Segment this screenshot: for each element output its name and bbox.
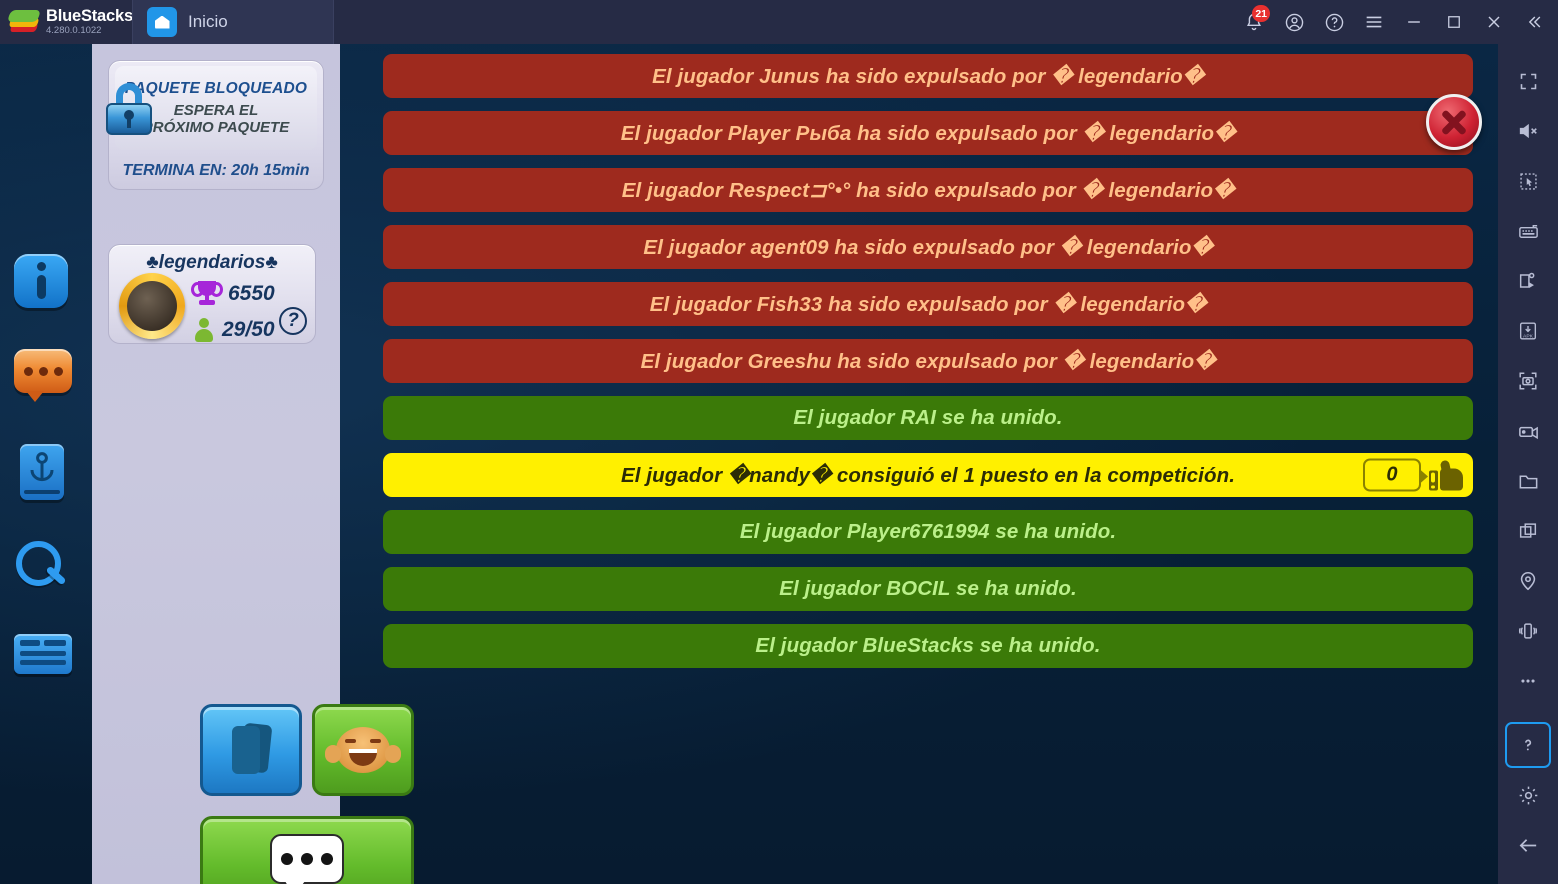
- chat-message-text: El jugador Player6761994 se ha unido.: [739, 520, 1117, 543]
- game-left-rail: [14, 254, 80, 729]
- chat-feed: El jugador Junus ha sido expulsado por �…: [383, 54, 1473, 681]
- chat-message-text: El jugador Fish33 ha sido expulsado por …: [649, 292, 1207, 316]
- left-side-panel: PAQUETE BLOQUEADO ESPERA EL PRÓXIMO PAQU…: [92, 44, 414, 884]
- pack-timer: TERMINA EN: 20h 15min: [122, 162, 310, 179]
- close-chat-button[interactable]: [1426, 94, 1482, 150]
- vote-controls: 0: [1363, 458, 1463, 492]
- clan-members-row: 29/50: [195, 317, 275, 343]
- mute-button[interactable]: [1505, 108, 1551, 154]
- chat-message-text: El jugador agent09 ha sido expulsado por…: [643, 235, 1213, 259]
- media-manager-button[interactable]: [1505, 458, 1551, 504]
- person-icon: [195, 317, 213, 343]
- chat-message-join[interactable]: El jugador RAI se ha unido.: [383, 396, 1473, 440]
- install-apk-button[interactable]: APK: [1505, 308, 1551, 354]
- clan-trophies-row: 6550: [191, 281, 275, 307]
- chat-rail-button[interactable]: [14, 349, 76, 411]
- window-controls: 21: [1234, 0, 1558, 44]
- settings-button[interactable]: [1505, 772, 1551, 818]
- chat-message-text: El jugador Junus ha sido expulsado por �…: [652, 64, 1204, 88]
- cards-icon: [232, 722, 273, 774]
- laughing-emoji-icon: [325, 727, 401, 773]
- anchor-book-icon: [20, 444, 64, 500]
- chat-message-text: El jugador �nandy� consiguió el 1 puesto…: [620, 463, 1236, 487]
- tab-inicio[interactable]: Inicio: [132, 0, 334, 44]
- speech-bubble-icon: [270, 834, 344, 884]
- chat-message-join[interactable]: El jugador BlueStacks se ha unido.: [383, 624, 1473, 668]
- pack-subtitle-line2: PRÓXIMO PAQUETE: [142, 119, 290, 136]
- brand-version: 4.280.0.1022: [46, 25, 102, 37]
- chat-message-text: El jugador Respect⊐°•° ha sido expulsado…: [621, 178, 1235, 202]
- vote-count: 0: [1363, 458, 1428, 492]
- magnifier-icon: [14, 539, 70, 595]
- multi-instance-button[interactable]: [1505, 508, 1551, 554]
- home-icon: [147, 7, 177, 37]
- controls-button[interactable]: [1505, 158, 1551, 204]
- bluestacks-window: BlueStacks 4.280.0.1022 Inicio Fishing C…: [0, 0, 1558, 884]
- tab-inicio-label: Inicio: [188, 12, 228, 31]
- emoji-button[interactable]: [312, 704, 414, 796]
- account-button[interactable]: [1274, 0, 1314, 44]
- fishing-log-button[interactable]: [14, 444, 76, 506]
- bluestacks-logo-icon: [7, 9, 41, 35]
- bluestacks-toolbar: APK: [1498, 44, 1558, 884]
- news-button[interactable]: [14, 634, 76, 696]
- chat-message-join[interactable]: El jugador Player6761994 se ha unido.: [383, 510, 1473, 554]
- clan-members-value: 29/50: [222, 318, 275, 341]
- chat-message-kick[interactable]: El jugador Player Рыба ha sido expulsado…: [383, 111, 1473, 155]
- locked-pack-card[interactable]: PAQUETE BLOQUEADO ESPERA EL PRÓXIMO PAQU…: [106, 60, 324, 190]
- brand-name: BlueStacks: [46, 6, 133, 25]
- maximize-button[interactable]: [1434, 0, 1474, 44]
- fullscreen-button[interactable]: [1505, 58, 1551, 104]
- chat-message-text: El jugador RAI se ha unido.: [793, 406, 1063, 429]
- chat-bubble-icon: [14, 349, 72, 402]
- chat-message-kick[interactable]: El jugador Junus ha sido expulsado por �…: [383, 54, 1473, 98]
- notifications-button[interactable]: 21: [1234, 0, 1274, 44]
- menu-button[interactable]: [1354, 0, 1394, 44]
- more-button[interactable]: [1505, 658, 1551, 704]
- clan-avatar: [119, 273, 185, 339]
- help-button[interactable]: [1314, 0, 1354, 44]
- search-button[interactable]: [14, 539, 76, 601]
- chat-message-text: El jugador BOCIL se ha unido.: [779, 577, 1077, 600]
- title-bar: BlueStacks 4.280.0.1022 Inicio Fishing C…: [0, 0, 1558, 884]
- minimize-button[interactable]: [1394, 0, 1434, 44]
- keymapping-button[interactable]: [1505, 208, 1551, 254]
- location-button[interactable]: [1505, 558, 1551, 604]
- screenshot-button[interactable]: [1505, 358, 1551, 404]
- bluestacks-brand: BlueStacks 4.280.0.1022: [0, 0, 133, 44]
- chat-message-text: El jugador BlueStacks se ha unido.: [755, 634, 1101, 657]
- macro-button[interactable]: [1505, 258, 1551, 304]
- info-icon: [14, 254, 68, 308]
- news-card-icon: [14, 634, 72, 674]
- chat-message-text: El jugador Player Рыба ha sido expulsado…: [620, 121, 1236, 145]
- thumbs-up-icon[interactable]: [1429, 459, 1463, 490]
- game-viewport: PAQUETE BLOQUEADO ESPERA EL PRÓXIMO PAQU…: [0, 44, 1498, 884]
- clan-trophies-value: 6550: [228, 282, 275, 305]
- clan-name: ♣legendarios♣: [146, 252, 278, 273]
- back-button[interactable]: [1505, 822, 1551, 868]
- chat-message-kick[interactable]: El jugador Fish33 ha sido expulsado por …: [383, 282, 1473, 326]
- svg-text:APK: APK: [1523, 333, 1534, 339]
- chat-message-competition[interactable]: El jugador �nandy� consiguió el 1 puesto…: [383, 453, 1473, 497]
- notification-badge: 21: [1252, 5, 1270, 22]
- lock-icon: [103, 83, 155, 135]
- clan-help-button[interactable]: ?: [279, 307, 307, 335]
- chat-message-text: El jugador Greeshu ha sido expulsado por…: [640, 349, 1216, 373]
- chat-message-kick[interactable]: El jugador Greeshu ha sido expulsado por…: [383, 339, 1473, 383]
- chat-open-button[interactable]: [200, 816, 414, 884]
- help-toolbar-button[interactable]: [1505, 722, 1551, 768]
- chat-message-kick[interactable]: El jugador Respect⊐°•° ha sido expulsado…: [383, 168, 1473, 212]
- shake-button[interactable]: [1505, 608, 1551, 654]
- pack-subtitle-line1: ESPERA EL: [173, 101, 259, 119]
- chat-message-kick[interactable]: El jugador agent09 ha sido expulsado por…: [383, 225, 1473, 269]
- trophy-icon: [191, 281, 223, 307]
- close-button[interactable]: [1474, 0, 1514, 44]
- record-button[interactable]: [1505, 408, 1551, 454]
- collapse-sidebar-button[interactable]: [1514, 0, 1554, 44]
- pack-subtitle: ESPERA EL PRÓXIMO PAQUETE: [143, 102, 289, 137]
- cards-button[interactable]: [200, 704, 302, 796]
- info-button[interactable]: [14, 254, 76, 316]
- chat-message-join[interactable]: El jugador BOCIL se ha unido.: [383, 567, 1473, 611]
- clan-card[interactable]: ♣legendarios♣ 6550 29/50 ?: [108, 244, 316, 344]
